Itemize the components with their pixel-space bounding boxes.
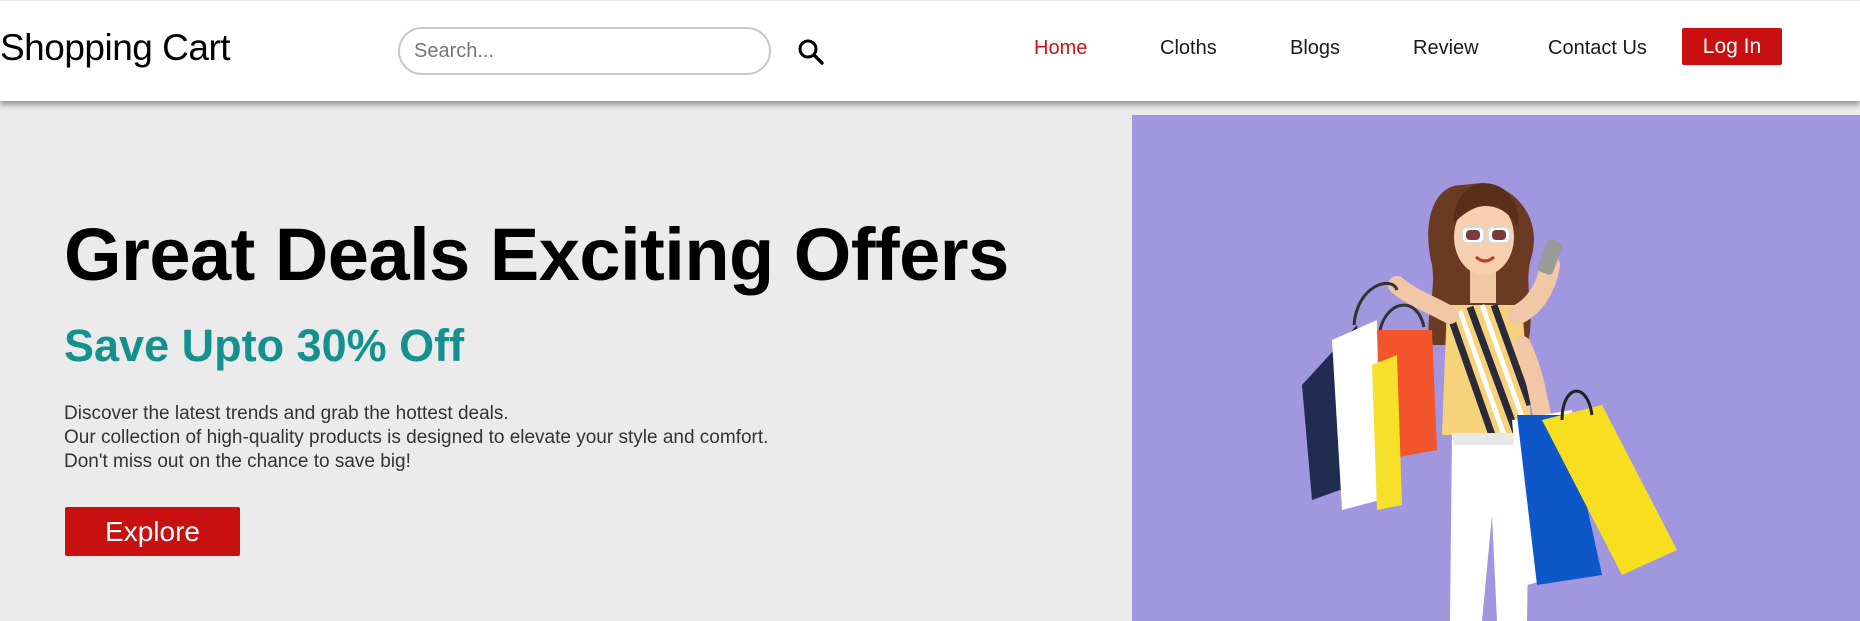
nav-contact-us[interactable]: Contact Us <box>1548 37 1647 60</box>
login-button[interactable]: Log In <box>1682 28 1782 65</box>
explore-button[interactable]: Explore <box>65 507 240 556</box>
nav-review[interactable]: Review <box>1413 37 1479 60</box>
brand-logo[interactable]: Shopping Cart <box>0 27 231 69</box>
search-button[interactable] <box>796 37 826 67</box>
hero-description-line: Our collection of high-quality products … <box>64 427 769 448</box>
hero-title: Great Deals Exciting Offers <box>64 213 1009 296</box>
top-navbar: Shopping Cart Home Cloths Blogs Review C… <box>0 0 1860 101</box>
nav-cloths[interactable]: Cloths <box>1160 37 1217 60</box>
search-input[interactable] <box>398 27 771 75</box>
hero-description-line: Don't miss out on the chance to save big… <box>64 451 411 472</box>
shopper-illustration <box>1302 183 1677 621</box>
hero-subtitle: Save Upto 30% Off <box>64 320 465 371</box>
hero-image-woman-with-shopping-bags <box>1132 115 1860 621</box>
nav-blogs[interactable]: Blogs <box>1290 37 1340 60</box>
hero-description: Discover the latest trends and grab the … <box>64 402 768 474</box>
search-icon <box>798 39 824 65</box>
nav-home[interactable]: Home <box>1034 37 1087 60</box>
hero-description-line: Discover the latest trends and grab the … <box>64 403 509 424</box>
